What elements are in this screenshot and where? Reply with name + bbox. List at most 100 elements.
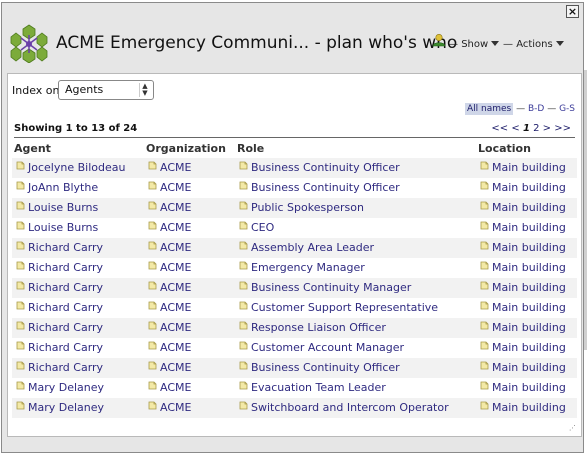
cell-agent-text: Louise Burns xyxy=(28,201,99,214)
sticky-note-icon xyxy=(480,281,492,294)
cell-location[interactable]: Main building xyxy=(480,341,566,354)
column-header-agent: Agent xyxy=(14,142,51,155)
cell-location[interactable]: Main building xyxy=(480,181,566,194)
filter-all-names[interactable]: All names xyxy=(464,103,514,115)
cell-organization-text: ACME xyxy=(160,401,192,414)
cell-agent[interactable]: Richard Carry xyxy=(16,361,103,374)
sticky-note-icon xyxy=(148,241,160,254)
cell-organization-text: ACME xyxy=(160,161,192,174)
cell-agent[interactable]: Mary Delaney xyxy=(16,381,104,394)
cell-agent[interactable]: Richard Carry xyxy=(16,301,103,314)
cell-organization[interactable]: ACME xyxy=(148,361,191,374)
filter-b-d[interactable]: B-D xyxy=(528,104,544,114)
sticky-note-icon xyxy=(239,281,251,294)
sticky-note-icon xyxy=(239,361,251,374)
cell-agent[interactable]: Richard Carry xyxy=(16,261,103,274)
cell-role[interactable]: Customer Account Manager xyxy=(239,341,404,354)
cell-organization[interactable]: ACME xyxy=(148,281,191,294)
cell-organization[interactable]: ACME xyxy=(148,181,191,194)
cell-organization-text: ACME xyxy=(160,201,192,214)
menu-separator: — xyxy=(503,39,513,50)
table-row: Louise Burns ACME Public Spokesperson Main … xyxy=(12,198,577,218)
cell-agent[interactable]: Richard Carry xyxy=(16,281,103,294)
cell-role[interactable]: Business Continuity Manager xyxy=(239,281,411,294)
cell-role[interactable]: Assembly Area Leader xyxy=(239,241,374,254)
pager-prev[interactable]: < xyxy=(511,123,519,134)
pager-page-2[interactable]: 2 xyxy=(533,123,539,134)
resize-grip-icon[interactable]: ⋰ xyxy=(569,424,578,433)
cell-role[interactable]: CEO xyxy=(239,221,274,234)
cell-role[interactable]: Public Spokesperson xyxy=(239,201,364,214)
cell-location[interactable]: Main building xyxy=(480,361,566,374)
cell-organization[interactable]: ACME xyxy=(148,341,191,354)
sticky-note-icon xyxy=(148,181,160,194)
window-title: ACME Emergency Communi... - plan who's w… xyxy=(56,33,458,53)
cell-organization[interactable]: ACME xyxy=(148,201,191,214)
cell-role[interactable]: Business Continuity Officer xyxy=(239,161,400,174)
cell-role[interactable]: Customer Support Representative xyxy=(239,301,438,314)
cell-agent[interactable]: Mary Delaney xyxy=(16,401,104,414)
cell-role[interactable]: Emergency Manager xyxy=(239,261,365,274)
table-row: Richard Carry ACME Customer Support Repres… xyxy=(12,298,577,318)
sticky-note-icon xyxy=(16,361,28,374)
index-on-label: Index on xyxy=(12,84,60,97)
close-button[interactable]: × xyxy=(566,5,579,18)
cell-agent[interactable]: Louise Burns xyxy=(16,221,98,234)
cell-location[interactable]: Main building xyxy=(480,221,566,234)
cell-role[interactable]: Response Liaison Officer xyxy=(239,321,386,334)
user-icon[interactable] xyxy=(432,33,446,47)
cell-role-text: Response Liaison Officer xyxy=(251,321,386,334)
cell-role-text: Business Continuity Officer xyxy=(251,361,400,374)
header-divider xyxy=(14,137,575,138)
cell-agent-text: Richard Carry xyxy=(28,321,104,334)
filter-g-s[interactable]: G-S xyxy=(559,104,575,114)
cell-location[interactable]: Main building xyxy=(480,321,566,334)
cell-agent[interactable]: Richard Carry xyxy=(16,241,103,254)
actions-menu[interactable]: — Actions xyxy=(503,39,564,50)
cell-organization-text: ACME xyxy=(160,341,192,354)
sticky-note-icon xyxy=(239,341,251,354)
cell-location-text: Main building xyxy=(492,381,566,394)
pager-next[interactable]: > xyxy=(543,123,551,134)
cell-role-text: CEO xyxy=(251,221,275,234)
cell-organization[interactable]: ACME xyxy=(148,221,191,234)
cell-agent[interactable]: Jocelyne Bilodeau xyxy=(16,161,125,174)
cell-organization[interactable]: ACME xyxy=(148,321,191,334)
cell-role[interactable]: Business Continuity Officer xyxy=(239,181,400,194)
index-select[interactable]: Agents ▲ ▼ xyxy=(58,80,154,100)
show-menu[interactable]: — Show xyxy=(448,39,500,50)
sticky-note-icon xyxy=(16,401,28,414)
cell-agent[interactable]: JoAnn Blythe xyxy=(16,181,98,194)
cell-location[interactable]: Main building xyxy=(480,261,566,274)
cell-location-text: Main building xyxy=(492,201,566,214)
cell-organization[interactable]: ACME xyxy=(148,241,191,254)
cell-location-text: Main building xyxy=(492,301,566,314)
cell-organization[interactable]: ACME xyxy=(148,301,191,314)
cell-agent[interactable]: Richard Carry xyxy=(16,321,103,334)
cell-organization[interactable]: ACME xyxy=(148,401,191,414)
cell-organization[interactable]: ACME xyxy=(148,261,191,274)
cell-agent-text: Richard Carry xyxy=(28,241,104,254)
cell-location[interactable]: Main building xyxy=(480,301,566,314)
cell-agent-text: Jocelyne Bilodeau xyxy=(28,161,126,174)
cell-agent[interactable]: Richard Carry xyxy=(16,341,103,354)
cell-location-text: Main building xyxy=(492,281,566,294)
cell-location[interactable]: Main building xyxy=(480,401,566,414)
cell-location[interactable]: Main building xyxy=(480,241,566,254)
cell-location[interactable]: Main building xyxy=(480,161,566,174)
cell-agent[interactable]: Louise Burns xyxy=(16,201,98,214)
cell-role[interactable]: Business Continuity Officer xyxy=(239,361,400,374)
column-header-organization: Organization xyxy=(146,142,226,155)
cell-organization[interactable]: ACME xyxy=(148,381,191,394)
pager-first[interactable]: << xyxy=(491,123,508,134)
sticky-note-icon xyxy=(148,401,160,414)
cell-location[interactable]: Main building xyxy=(480,381,566,394)
cell-location[interactable]: Main building xyxy=(480,281,566,294)
actions-menu-label: Actions xyxy=(516,39,553,50)
cell-role[interactable]: Evacuation Team Leader xyxy=(239,381,386,394)
cell-organization[interactable]: ACME xyxy=(148,161,191,174)
pager-last[interactable]: >> xyxy=(554,123,571,134)
cell-role[interactable]: Switchboard and Intercom Operator xyxy=(239,401,449,414)
cell-location-text: Main building xyxy=(492,241,566,254)
cell-location[interactable]: Main building xyxy=(480,201,566,214)
